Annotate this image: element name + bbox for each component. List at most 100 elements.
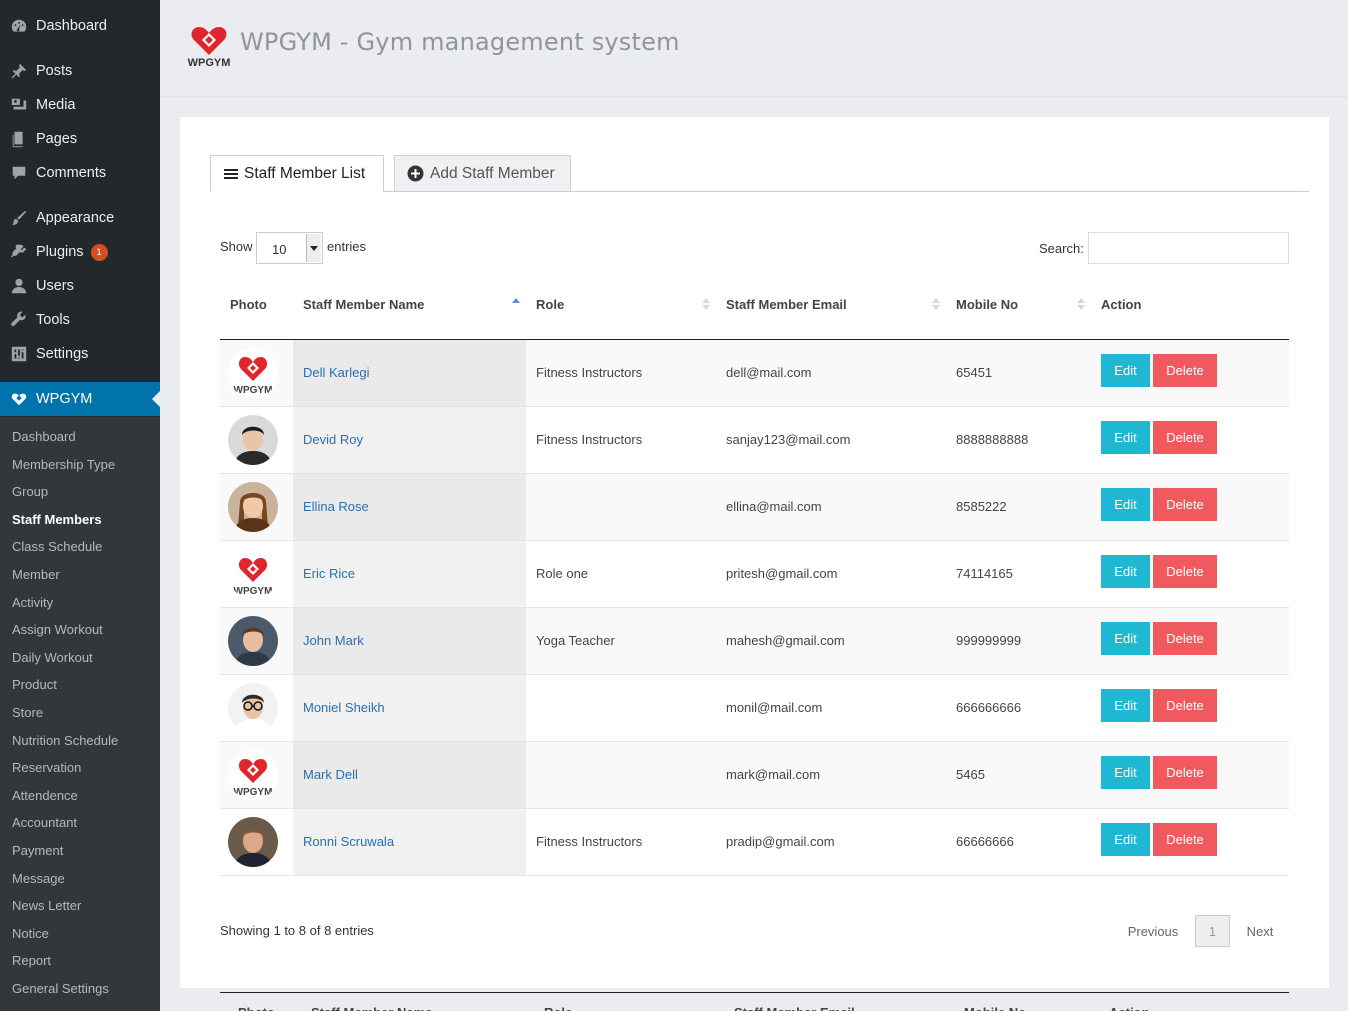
staff-mobile: 8888888888 xyxy=(956,432,1029,447)
edit-button[interactable]: Edit xyxy=(1101,555,1150,588)
submenu-item-product[interactable]: Product xyxy=(12,675,57,695)
delete-button[interactable]: Delete xyxy=(1153,689,1217,722)
submenu-item-accountant[interactable]: Accountant xyxy=(12,813,77,833)
staff-mobile: 74114165 xyxy=(956,566,1013,581)
edit-button[interactable]: Edit xyxy=(1101,756,1150,789)
sort-both-icon[interactable] xyxy=(1077,298,1085,310)
staff-name-link[interactable]: Ronni Scruwala xyxy=(303,834,394,849)
submenu-item-news-letter[interactable]: News Letter xyxy=(12,896,81,916)
column-footer-staff-member-name: Staff Member Name xyxy=(311,1005,432,1011)
menu-item-wpgym[interactable]: WPGYM xyxy=(0,382,160,416)
menu-item-users[interactable]: Users xyxy=(0,269,160,303)
submenu-item-dashboard[interactable]: Dashboard xyxy=(12,427,76,447)
tab-staff-member-list[interactable]: Staff Member List xyxy=(210,155,384,192)
submenu-item-general-settings[interactable]: General Settings xyxy=(12,979,109,999)
search-label: Search: xyxy=(1039,241,1084,256)
staff-email: pritesh@gmail.com xyxy=(726,566,838,581)
menu-item-plugins[interactable]: Plugins 1 xyxy=(0,235,160,269)
search-input[interactable] xyxy=(1088,232,1289,264)
wpgym-logo-avatar: WPGYM xyxy=(228,348,278,398)
menu-item-tools[interactable]: Tools xyxy=(0,303,160,337)
sort-both-icon[interactable] xyxy=(702,298,710,310)
menu-item-posts[interactable]: Posts xyxy=(0,54,160,88)
edit-button[interactable]: Edit xyxy=(1101,488,1150,521)
staff-name-link[interactable]: Dell Karlegi xyxy=(303,365,369,380)
delete-button[interactable]: Delete xyxy=(1153,823,1217,856)
column-footer-mobile-no: Mobile No xyxy=(964,1005,1026,1011)
table-row: Ronni Scruwala Fitness Instructors pradip@… xyxy=(220,809,1289,876)
edit-button[interactable]: Edit xyxy=(1101,622,1150,655)
page-length-select[interactable]: 10 xyxy=(256,232,323,264)
chevron-down-icon xyxy=(306,234,321,262)
submenu-item-attendence[interactable]: Attendence xyxy=(12,786,78,806)
avatar xyxy=(228,482,278,532)
pages-icon xyxy=(9,129,29,149)
column-header-staff-member-email[interactable]: Staff Member Email xyxy=(726,297,847,312)
submenu-item-report[interactable]: Report xyxy=(12,951,51,971)
avatar xyxy=(228,683,278,733)
submenu-item-payment[interactable]: Payment xyxy=(12,841,63,861)
menu-item-label: Appearance xyxy=(36,210,115,226)
submenu-item-store[interactable]: Store xyxy=(12,703,43,723)
menu-item-appearance[interactable]: Appearance xyxy=(0,201,160,235)
edit-button[interactable]: Edit xyxy=(1101,421,1150,454)
submenu-item-staff-members[interactable]: Staff Members xyxy=(12,510,102,530)
sort-both-icon[interactable] xyxy=(932,298,940,310)
staff-email: ellina@mail.com xyxy=(726,499,822,514)
staff-role: Fitness Instructors xyxy=(536,365,643,380)
staff-name-link[interactable]: Mark Dell xyxy=(303,767,358,782)
sort-ascending-icon[interactable] xyxy=(512,298,520,310)
delete-button[interactable]: Delete xyxy=(1153,488,1217,521)
svg-text:WPGYM: WPGYM xyxy=(234,787,273,798)
submenu-item-reservation[interactable]: Reservation xyxy=(12,758,81,778)
edit-button[interactable]: Edit xyxy=(1101,823,1150,856)
staff-name-link[interactable]: Moniel Sheikh xyxy=(303,700,385,715)
submenu-item-membership-type[interactable]: Membership Type xyxy=(12,455,115,475)
submenu-item-notice[interactable]: Notice xyxy=(12,924,49,944)
column-header-role[interactable]: Role xyxy=(536,297,564,312)
submenu-item-assign-workout[interactable]: Assign Workout xyxy=(12,620,103,640)
column-footer-role: Role xyxy=(544,1005,572,1011)
submenu-item-member[interactable]: Member xyxy=(12,565,60,585)
page-header: WPGYM WPGYM - Gym management system xyxy=(160,0,1348,97)
submenu-item-group[interactable]: Group xyxy=(12,482,48,502)
delete-button[interactable]: Delete xyxy=(1153,555,1217,588)
staff-name-link[interactable]: Ellina Rose xyxy=(303,499,369,514)
previous-button[interactable]: Previous xyxy=(1116,915,1190,947)
svg-text:WPGYM: WPGYM xyxy=(234,385,273,396)
staff-name-link[interactable]: Eric Rice xyxy=(303,566,355,581)
menu-item-comments[interactable]: Comments xyxy=(0,156,160,190)
staff-email: dell@mail.com xyxy=(726,365,812,380)
column-header-mobile-no[interactable]: Mobile No xyxy=(956,297,1018,312)
submenu-item-nutrition-schedule[interactable]: Nutrition Schedule xyxy=(12,731,118,751)
tab-label: Add Staff Member xyxy=(430,164,555,182)
submenu-item-activity[interactable]: Activity xyxy=(12,593,53,613)
submenu-item-class-schedule[interactable]: Class Schedule xyxy=(12,537,102,557)
delete-button[interactable]: Delete xyxy=(1153,421,1217,454)
staff-mobile: 8585222 xyxy=(956,499,1007,514)
table-row: WPGYM Eric Rice Role one pritesh@gmail.com 7… xyxy=(220,541,1289,608)
menu-item-pages[interactable]: Pages xyxy=(0,122,160,156)
submenu-item-daily-workout[interactable]: Daily Workout xyxy=(12,648,93,668)
submenu-item-message[interactable]: Message xyxy=(12,869,65,889)
column-header-staff-member-name[interactable]: Staff Member Name xyxy=(303,297,424,312)
menu-item-dashboard[interactable]: Dashboard xyxy=(0,9,160,43)
tab-add-staff-member[interactable]: Add Staff Member xyxy=(394,155,571,192)
staff-name-link[interactable]: Devid Roy xyxy=(303,432,363,447)
staff-name-link[interactable]: John Mark xyxy=(303,633,364,648)
wpgym-heart-icon xyxy=(9,389,29,409)
update-count-badge: 1 xyxy=(90,243,108,261)
table-row: John Mark Yoga Teacher mahesh@gmail.com 999… xyxy=(220,608,1289,675)
delete-button[interactable]: Delete xyxy=(1153,354,1217,387)
edit-button[interactable]: Edit xyxy=(1101,354,1150,387)
staff-email: monil@mail.com xyxy=(726,700,823,715)
delete-button[interactable]: Delete xyxy=(1153,622,1217,655)
delete-button[interactable]: Delete xyxy=(1153,756,1217,789)
brush-icon xyxy=(9,208,29,228)
menu-item-media[interactable]: Media xyxy=(0,88,160,122)
next-button[interactable]: Next xyxy=(1236,915,1284,947)
staff-mobile: 999999999 xyxy=(956,633,1022,648)
edit-button[interactable]: Edit xyxy=(1101,689,1150,722)
menu-item-settings[interactable]: Settings xyxy=(0,337,160,371)
page-1-button[interactable]: 1 xyxy=(1195,915,1230,947)
